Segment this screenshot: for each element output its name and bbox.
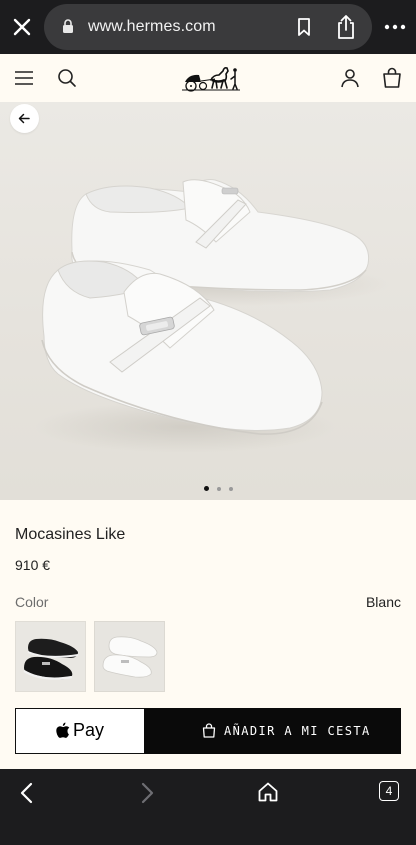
close-icon[interactable] <box>8 13 36 41</box>
color-swatch-black[interactable] <box>15 621 86 692</box>
color-label: Color <box>15 594 49 610</box>
tabs-button[interactable]: 4 <box>379 781 399 801</box>
selected-color: Blanc <box>365 594 401 610</box>
hermes-carriage-logo[interactable] <box>181 62 241 94</box>
url-text: www.hermes.com <box>88 18 216 35</box>
lock-icon <box>63 19 73 33</box>
add-to-cart-label: AÑADIR A MI CESTA <box>224 724 371 738</box>
bookmark-icon[interactable] <box>294 17 314 37</box>
arrow-left-icon <box>18 113 30 124</box>
product-price: 910 € <box>15 557 51 573</box>
search-icon[interactable] <box>55 66 79 90</box>
share-icon[interactable] <box>334 14 358 40</box>
white-shoe-thumbnail <box>102 636 158 678</box>
apple-pay-label: Pay <box>73 720 105 740</box>
site-header <box>0 54 416 102</box>
product-name: Mocasines Like <box>15 526 126 543</box>
carousel-dot-active[interactable] <box>204 486 209 491</box>
account-icon[interactable] <box>338 66 362 90</box>
product-photo <box>35 179 390 453</box>
black-shoe-thumbnail <box>23 638 79 680</box>
apple-pay-button[interactable]: Pay <box>15 708 145 754</box>
home-icon[interactable] <box>256 780 280 804</box>
product-image[interactable] <box>0 102 416 500</box>
color-swatch-white[interactable] <box>94 621 165 692</box>
apple-logo-icon <box>56 722 70 738</box>
product-info: Mocasines Like 910 € Color Blanc Pay AÑA… <box>0 500 416 769</box>
back-button[interactable] <box>10 104 39 133</box>
tab-count: 4 <box>385 784 393 798</box>
menu-icon[interactable] <box>12 66 36 90</box>
shopping-bag-icon <box>202 723 216 738</box>
carousel-dot[interactable] <box>229 487 233 491</box>
apple-pay-content: Pay <box>56 720 104 741</box>
carousel-dot[interactable] <box>217 487 221 491</box>
browser-bottom-bar: 4 <box>0 769 416 845</box>
browser-toolbar: www.hermes.com <box>0 0 416 54</box>
more-icon[interactable] <box>384 24 406 30</box>
add-to-cart-button[interactable]: AÑADIR A MI CESTA <box>144 708 401 754</box>
address-bar[interactable]: www.hermes.com <box>44 4 372 50</box>
chevron-right-icon[interactable] <box>138 781 156 805</box>
chevron-left-icon[interactable] <box>18 781 36 805</box>
shopping-bag-icon[interactable] <box>380 66 404 90</box>
